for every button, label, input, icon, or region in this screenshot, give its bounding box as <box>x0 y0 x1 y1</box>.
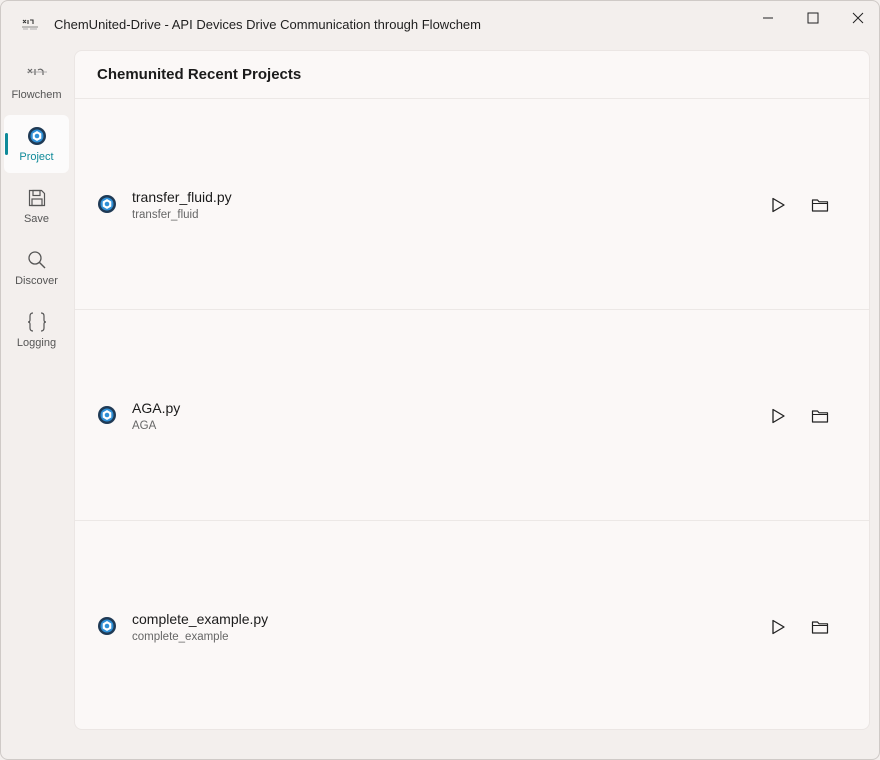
sidebar-item-label: Logging <box>16 337 57 349</box>
open-folder-button[interactable] <box>806 613 834 641</box>
window-title: ChemUnited-Drive - API Devices Drive Com… <box>54 17 481 32</box>
folder-icon <box>811 410 829 423</box>
active-indicator <box>5 133 8 155</box>
page-title: Chemunited Recent Projects <box>97 66 302 83</box>
sidebar-item-label: Discover <box>15 275 58 287</box>
recent-projects-card: Chemunited Recent Projects transfer_flui… <box>74 50 870 730</box>
open-folder-button[interactable] <box>806 402 834 430</box>
sidebar-item-logging[interactable]: Logging <box>4 301 69 359</box>
sidebar-item-label: Project <box>19 151 54 163</box>
braces-icon <box>25 310 49 334</box>
sidebar-item-project[interactable]: Project <box>4 115 69 173</box>
list-item[interactable]: complete_example.py complete_example <box>75 521 869 732</box>
project-subtitle: AGA <box>132 420 157 432</box>
project-list: transfer_fluid.py transfer_fluid AGA.py … <box>75 99 869 732</box>
play-icon <box>772 408 785 424</box>
minimize-button[interactable] <box>745 1 791 35</box>
project-icon <box>97 194 117 214</box>
card-header: Chemunited Recent Projects <box>75 51 869 99</box>
sidebar-item-flowchem[interactable]: Flowchem <box>4 53 69 111</box>
run-project-button[interactable] <box>764 402 792 430</box>
play-icon <box>772 197 785 213</box>
sidebar-item-label: Save <box>23 213 50 225</box>
project-icon <box>97 616 117 636</box>
sidebar-nav: Flowchem Project Save Discover Logging <box>4 53 70 363</box>
run-project-button[interactable] <box>764 191 792 219</box>
project-icon <box>97 405 117 425</box>
project-subtitle: transfer_fluid <box>132 209 199 221</box>
project-icon <box>25 124 49 148</box>
save-icon <box>25 186 49 210</box>
project-name: transfer_fluid.py <box>132 189 232 205</box>
sidebar-item-discover[interactable]: Discover <box>4 239 69 297</box>
title-bar[interactable]: ChemUnited-Drive - API Devices Drive Com… <box>1 1 879 49</box>
list-item[interactable]: transfer_fluid.py transfer_fluid <box>75 99 869 310</box>
minimize-icon <box>763 17 773 19</box>
close-button[interactable] <box>835 1 879 35</box>
close-icon <box>852 12 864 24</box>
maximize-button[interactable] <box>790 1 836 35</box>
project-subtitle: complete_example <box>132 631 229 643</box>
app-logo-icon <box>21 18 39 32</box>
search-icon <box>25 248 49 272</box>
open-folder-button[interactable] <box>806 191 834 219</box>
project-name: AGA.py <box>132 400 181 416</box>
sidebar-item-label: Flowchem <box>11 89 62 101</box>
sidebar-item-save[interactable]: Save <box>4 177 69 235</box>
list-item[interactable]: AGA.py AGA <box>75 310 869 521</box>
maximize-icon <box>807 12 819 24</box>
play-icon <box>772 619 785 635</box>
folder-icon <box>811 199 829 212</box>
flowchem-icon <box>25 62 49 86</box>
folder-icon <box>811 621 829 634</box>
run-project-button[interactable] <box>764 613 792 641</box>
project-name: complete_example.py <box>132 611 269 627</box>
app-window: ChemUnited-Drive - API Devices Drive Com… <box>0 0 880 760</box>
